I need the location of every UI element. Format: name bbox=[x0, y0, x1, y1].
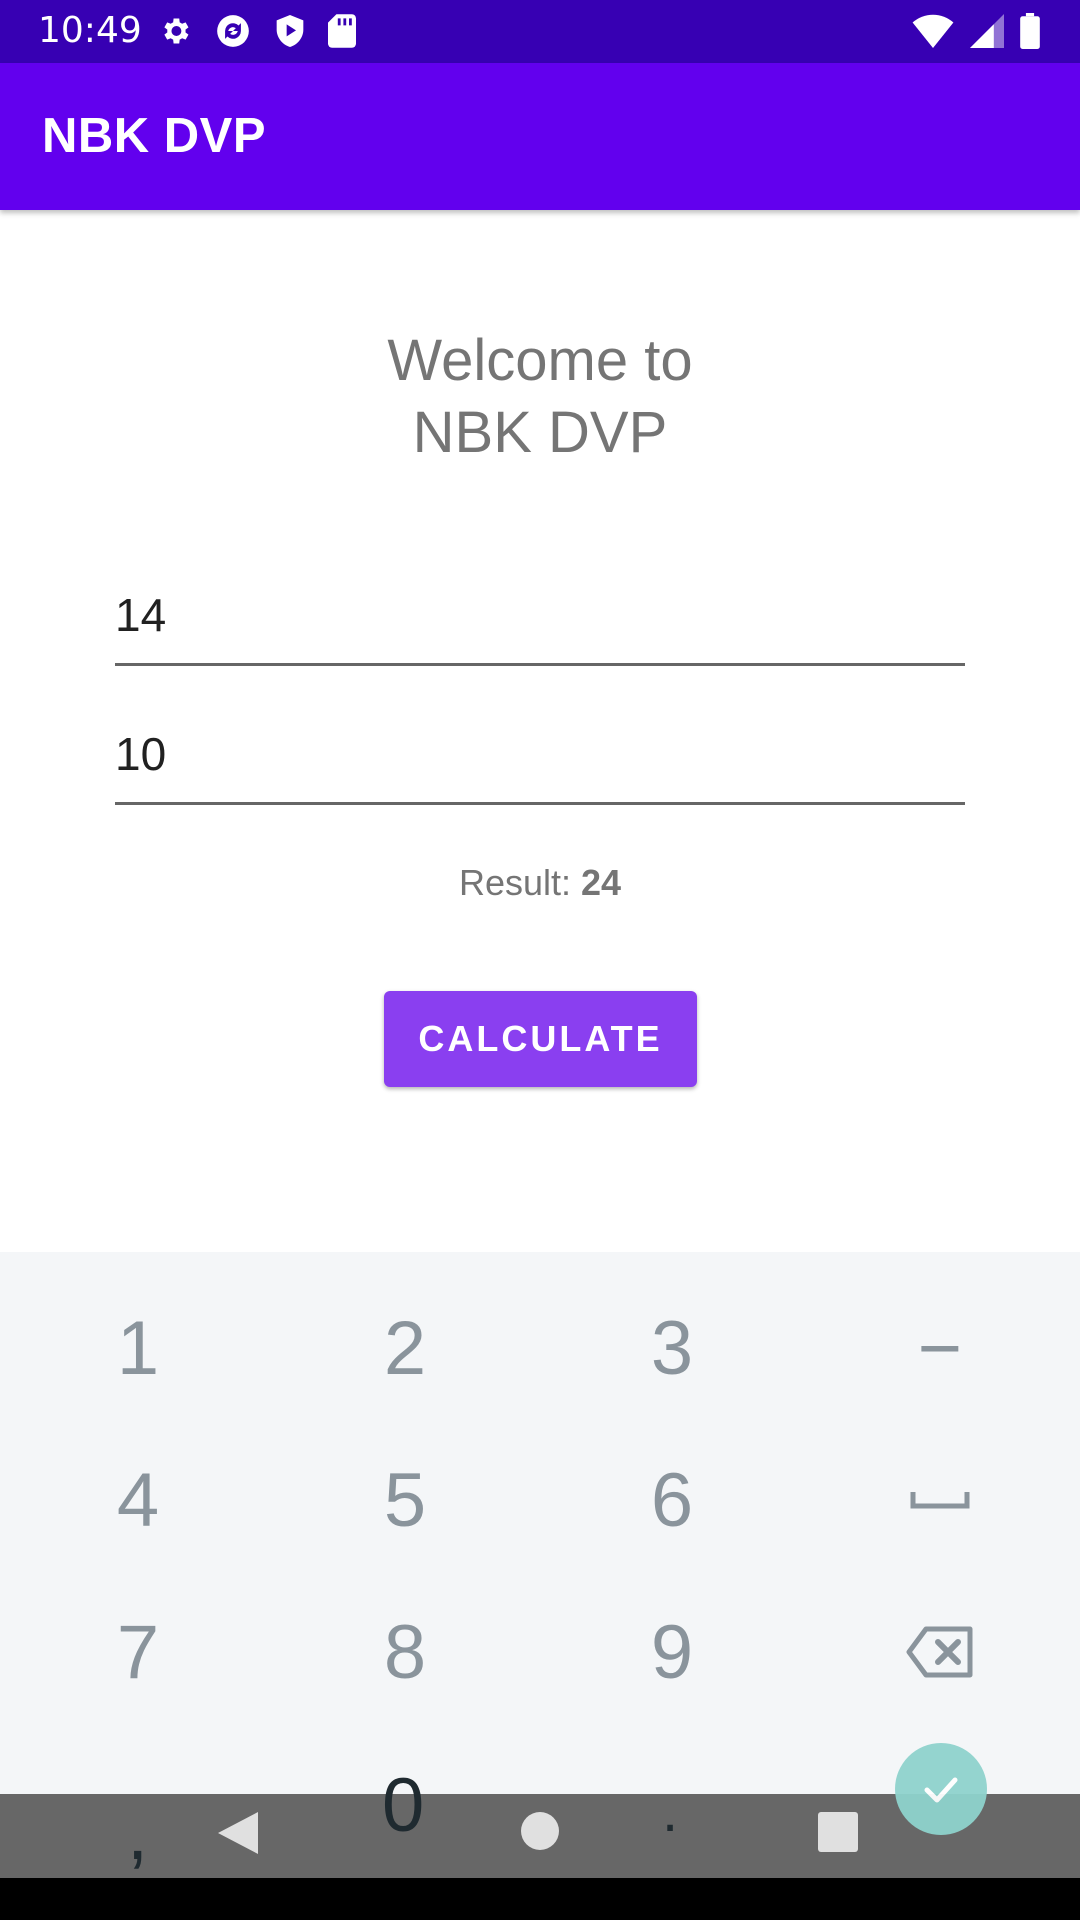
key-4[interactable]: 4 bbox=[3, 1424, 273, 1576]
gear-icon bbox=[164, 18, 189, 44]
number-field-1[interactable] bbox=[115, 585, 965, 666]
key-1[interactable]: 1 bbox=[3, 1272, 273, 1424]
key-3[interactable]: 3 bbox=[537, 1272, 807, 1424]
sd-card-icon bbox=[328, 14, 356, 48]
key-backspace[interactable] bbox=[805, 1576, 1075, 1728]
app-title: NBK DVP bbox=[42, 109, 267, 163]
numeric-keypad: 1 2 3 − 4 5 6 7 8 9 bbox=[0, 1252, 1080, 1794]
result-label: Result: bbox=[458, 862, 581, 903]
status-icons-right bbox=[912, 12, 1040, 50]
battery-icon bbox=[1020, 13, 1040, 49]
bottom-edge bbox=[0, 1878, 1080, 1920]
key-comma[interactable]: , bbox=[127, 1790, 148, 1877]
key-9[interactable]: 9 bbox=[537, 1576, 807, 1728]
key-space[interactable] bbox=[805, 1424, 1075, 1576]
signal-icon bbox=[970, 14, 1004, 48]
app-bar: NBK DVP bbox=[0, 63, 1080, 210]
calculate-button[interactable]: CALCULATE bbox=[384, 991, 697, 1087]
number-field-2[interactable] bbox=[115, 724, 965, 805]
key-2[interactable]: 2 bbox=[270, 1272, 540, 1424]
result-value: 24 bbox=[581, 862, 622, 903]
back-icon[interactable] bbox=[216, 1810, 260, 1856]
key-0[interactable]: 0 bbox=[382, 1762, 424, 1849]
recents-icon[interactable] bbox=[817, 1811, 859, 1853]
key-7[interactable]: 7 bbox=[3, 1576, 273, 1728]
done-button[interactable] bbox=[895, 1743, 987, 1835]
key-minus[interactable]: − bbox=[805, 1272, 1075, 1424]
status-bar: 10:49 bbox=[0, 0, 1080, 63]
number-input-2[interactable] bbox=[115, 724, 965, 784]
welcome-line-2: NBK DVP bbox=[412, 400, 668, 465]
space-icon bbox=[910, 1492, 970, 1509]
input-underline-2 bbox=[115, 802, 965, 805]
key-6[interactable]: 6 bbox=[537, 1424, 807, 1576]
check-icon bbox=[924, 1777, 958, 1803]
shield-play-icon bbox=[276, 15, 304, 47]
welcome-heading: Welcome to NBK DVP bbox=[0, 325, 1080, 469]
key-8[interactable]: 8 bbox=[270, 1576, 540, 1728]
backspace-icon bbox=[906, 1626, 973, 1678]
key-5[interactable]: 5 bbox=[270, 1424, 540, 1576]
wifi-icon bbox=[912, 14, 954, 48]
result-text: Result: 24 bbox=[0, 862, 1080, 904]
status-icons-left bbox=[158, 13, 356, 49]
input-underline-1 bbox=[115, 663, 965, 666]
status-time: 10:49 bbox=[38, 10, 142, 51]
home-icon[interactable] bbox=[520, 1811, 560, 1851]
sync-icon bbox=[217, 15, 249, 47]
key-period[interactable]: . bbox=[662, 1778, 678, 1845]
number-input-1[interactable] bbox=[115, 585, 965, 645]
welcome-line-1: Welcome to bbox=[387, 328, 693, 393]
